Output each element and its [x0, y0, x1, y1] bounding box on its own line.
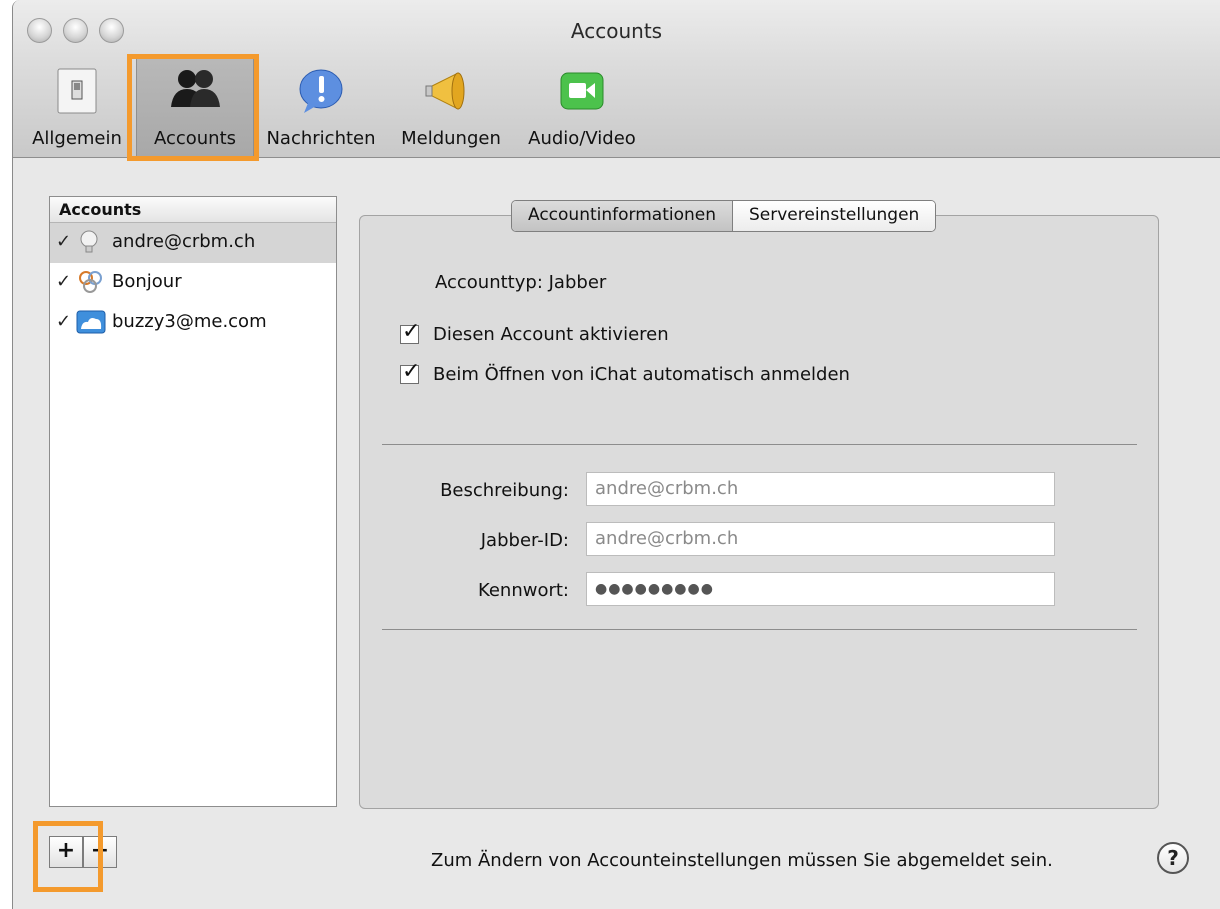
password-label: Kennwort:: [477, 580, 569, 601]
enabled-check-icon: ✓: [56, 231, 72, 252]
toolbar-label: Audio/Video: [528, 128, 636, 149]
people-icon: [171, 70, 220, 107]
enabled-check-icon: ✓: [56, 271, 72, 292]
toolbar-item-nachrichten[interactable]: Nachrichten: [259, 55, 383, 157]
jabber-id-label: Jabber-ID:: [480, 530, 569, 551]
tab-bar: Accountinformationen Servereinstellungen: [511, 200, 937, 232]
help-button[interactable]: ?: [1157, 842, 1189, 874]
switch-icon: [57, 68, 97, 114]
toolbar-label: Nachrichten: [266, 128, 376, 149]
tab-accountinformationen[interactable]: Accountinformationen: [512, 201, 733, 231]
lightbulb-icon: [80, 230, 98, 253]
remove-account-button[interactable]: −: [83, 836, 117, 868]
title-toolbar: Accounts Allgemein Accounts Nachrichten …: [13, 0, 1220, 158]
account-row[interactable]: ✓ andre@crbm.ch: [50, 223, 336, 263]
add-account-button[interactable]: +: [49, 836, 83, 868]
account-type: Accounttyp: Jabber: [435, 272, 606, 293]
account-name: buzzy3@me.com: [112, 311, 267, 332]
window-title: Accounts: [570, 19, 663, 43]
video-camera-icon: [560, 72, 604, 110]
checkbox-label: Diesen Account aktivieren: [433, 324, 669, 345]
toolbar-label: Accounts: [153, 128, 237, 149]
accounts-list-header: Accounts: [50, 197, 336, 223]
toolbar-item-meldungen[interactable]: Meldungen: [391, 55, 511, 157]
logout-required-note: Zum Ändern von Accounteinstellungen müss…: [431, 850, 1053, 871]
account-name: andre@crbm.ch: [112, 231, 256, 252]
account-type-label: Accounttyp:: [435, 272, 543, 293]
description-label: Beschreibung:: [440, 480, 569, 501]
account-row[interactable]: ✓ buzzy3@me.com: [50, 303, 336, 343]
account-row[interactable]: ✓ Bonjour: [50, 263, 336, 303]
toolbar-item-audio-video[interactable]: Audio/Video: [519, 55, 645, 157]
divider: [382, 444, 1137, 445]
toolbar-label: Meldungen: [401, 128, 501, 149]
bonjour-icon: [79, 271, 102, 293]
checkbox-label: Beim Öffnen von iChat automatisch anmeld…: [433, 364, 850, 385]
toolbar-label: Allgemein: [32, 128, 122, 149]
megaphone-icon: [425, 72, 465, 110]
description-field[interactable]: andre@crbm.ch: [586, 472, 1055, 506]
divider: [382, 629, 1137, 630]
account-name: Bonjour: [112, 271, 182, 292]
jabber-id-field[interactable]: andre@crbm.ch: [586, 522, 1055, 556]
checkbox-checked-icon[interactable]: [400, 319, 420, 344]
account-type-value: Jabber: [548, 272, 607, 293]
password-field[interactable]: ●●●●●●●●●: [586, 572, 1055, 606]
tab-servereinstellungen[interactable]: Servereinstellungen: [733, 201, 936, 231]
toolbar-item-accounts[interactable]: Accounts: [136, 55, 254, 157]
mobileme-cloud-icon: [76, 310, 106, 334]
account-settings-panel: [359, 215, 1159, 809]
checkbox-checked-icon[interactable]: [400, 359, 420, 384]
enabled-check-icon: ✓: [56, 311, 72, 332]
preferences-window: Accounts Allgemein Accounts Nachrichten …: [12, 0, 1220, 909]
exclamation-bubble-icon: [299, 69, 343, 113]
toolbar-item-allgemein[interactable]: Allgemein: [23, 55, 131, 157]
accounts-list[interactable]: Accounts ✓ andre@crbm.ch ✓ Bonjour ✓ buz…: [49, 196, 337, 807]
